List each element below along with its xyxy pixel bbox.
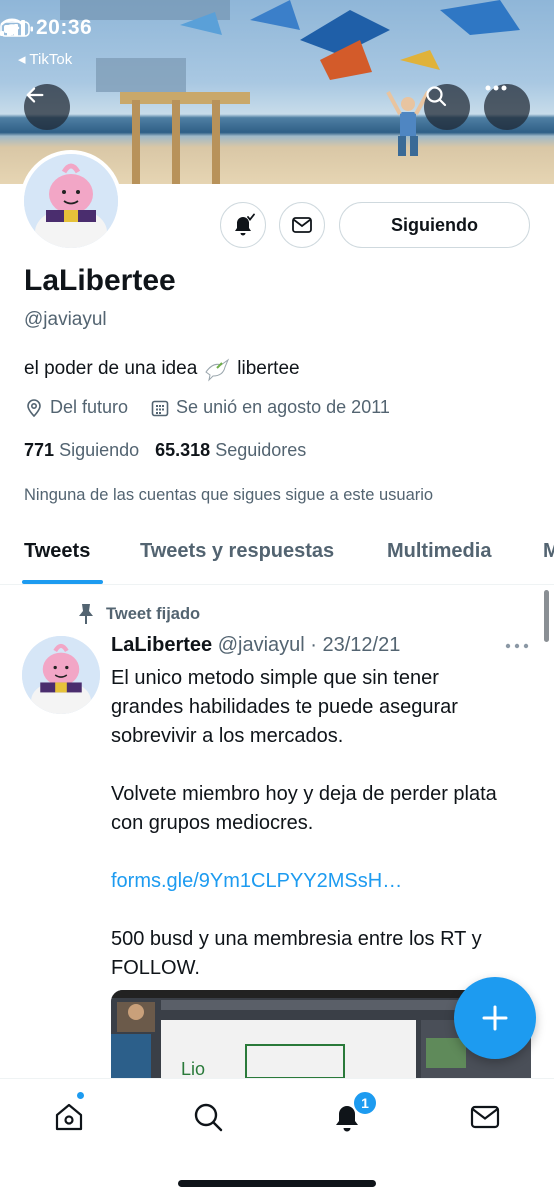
home-icon (55, 1103, 83, 1131)
envelope-icon (470, 1105, 500, 1129)
tab-likes[interactable]: M (543, 540, 554, 563)
dove-emoji-icon (205, 358, 230, 382)
tab-media[interactable]: Multimedia (387, 540, 491, 563)
bio-text: el poder de una idea (24, 358, 198, 379)
location-text: Del futuro (50, 397, 129, 417)
back-to-app-link[interactable]: ◂ TikTok (18, 50, 72, 68)
tweet-paragraph: Volvete miembro hoy y deja de perder pla… (111, 783, 497, 834)
tweet-meta: @javiayul · 23/12/21 (217, 634, 401, 656)
nav-messages[interactable] (465, 1097, 505, 1137)
search-icon (194, 1103, 223, 1132)
profile-location: Del futuro (24, 397, 128, 418)
pin-icon (79, 604, 93, 624)
nav-search[interactable] (188, 1097, 228, 1137)
following-count: 771 (24, 440, 55, 460)
following-label: Siguiendo (59, 440, 140, 460)
following-link[interactable]: 771 Siguiendo (24, 440, 139, 461)
active-tab-indicator (22, 580, 103, 584)
profile-avatar[interactable] (20, 150, 122, 252)
envelope-icon (292, 217, 312, 233)
compose-tweet-button[interactable] (454, 977, 536, 1059)
location-pin-icon (27, 398, 41, 417)
tab-tweets[interactable]: Tweets (24, 540, 90, 563)
tweet-author-avatar[interactable] (22, 636, 100, 714)
more-horizontal-icon (485, 85, 507, 91)
arrow-left-icon (26, 87, 44, 103)
profile-bio: el poder de una idea libertee (24, 356, 300, 382)
profile-joined-date: Se unió en agosto de 2011 (150, 397, 390, 418)
following-button[interactable]: Siguiendo (339, 202, 530, 248)
search-icon (426, 86, 447, 107)
profile-handle: @javiayul (24, 309, 107, 330)
home-indicator-bar[interactable] (178, 1180, 376, 1187)
bio-suffix: libertee (237, 358, 300, 379)
joined-text: Se unió en agosto de 2011 (176, 397, 390, 417)
pinned-text: Tweet fijado (106, 604, 201, 623)
nav-home[interactable] (49, 1097, 89, 1137)
status-time: 20:36 (36, 16, 93, 39)
direct-message-button[interactable] (279, 202, 325, 248)
profile-meta: Del futuro Se unió en agosto de 2011 (24, 397, 412, 418)
profile-name: LaLibertee (24, 264, 176, 297)
avatar-illustration (24, 154, 118, 248)
tweet-text: El unico metodo simple que sin tener gra… (111, 664, 511, 1012)
back-button[interactable] (24, 84, 70, 130)
tweet-header: LaLibertee @javiayul · 23/12/21 (111, 634, 400, 657)
search-button[interactable] (424, 84, 470, 130)
scrollbar-thumb[interactable] (544, 590, 549, 642)
bell-check-icon (235, 213, 255, 236)
tweet-paragraph: El unico metodo simple que sin tener gra… (111, 667, 458, 747)
svg-text:Lio: Lio (181, 1059, 205, 1078)
more-options-button[interactable] (484, 84, 530, 130)
follow-counts: 771 Siguiendo 65.318 Seguidores (24, 440, 306, 461)
followers-you-know-note: Ninguna de las cuentas que sigues sigue … (24, 486, 434, 504)
battery-icon (0, 21, 33, 37)
avatar-illustration (22, 636, 100, 714)
tweet-link[interactable]: forms.gle/9Ym1CLPYY2MSsH… (111, 870, 402, 892)
followers-label: Seguidores (215, 440, 307, 460)
followers-link[interactable]: 65.318 Seguidores (155, 440, 306, 461)
plus-icon (482, 1005, 508, 1031)
profile-tabs: Tweets Tweets y respuestas Multimedia M (0, 524, 554, 585)
followers-count: 65.318 (155, 440, 211, 460)
tweet-author-name[interactable]: LaLibertee (111, 634, 212, 656)
home-new-content-dot (76, 1091, 85, 1100)
status-bar: 20:36 ◂ TikTok (0, 14, 554, 68)
notifications-badge: 1 (352, 1090, 378, 1116)
tweet-more-icon[interactable] (503, 636, 531, 656)
pinned-tweet-label: Tweet fijado (76, 602, 200, 626)
notifications-toggle-button[interactable] (220, 202, 266, 248)
calendar-icon (151, 400, 169, 416)
tweet-paragraph: 500 busd y una membresia entre los RT y … (111, 928, 482, 979)
tab-tweets-and-replies[interactable]: Tweets y respuestas (140, 540, 334, 563)
